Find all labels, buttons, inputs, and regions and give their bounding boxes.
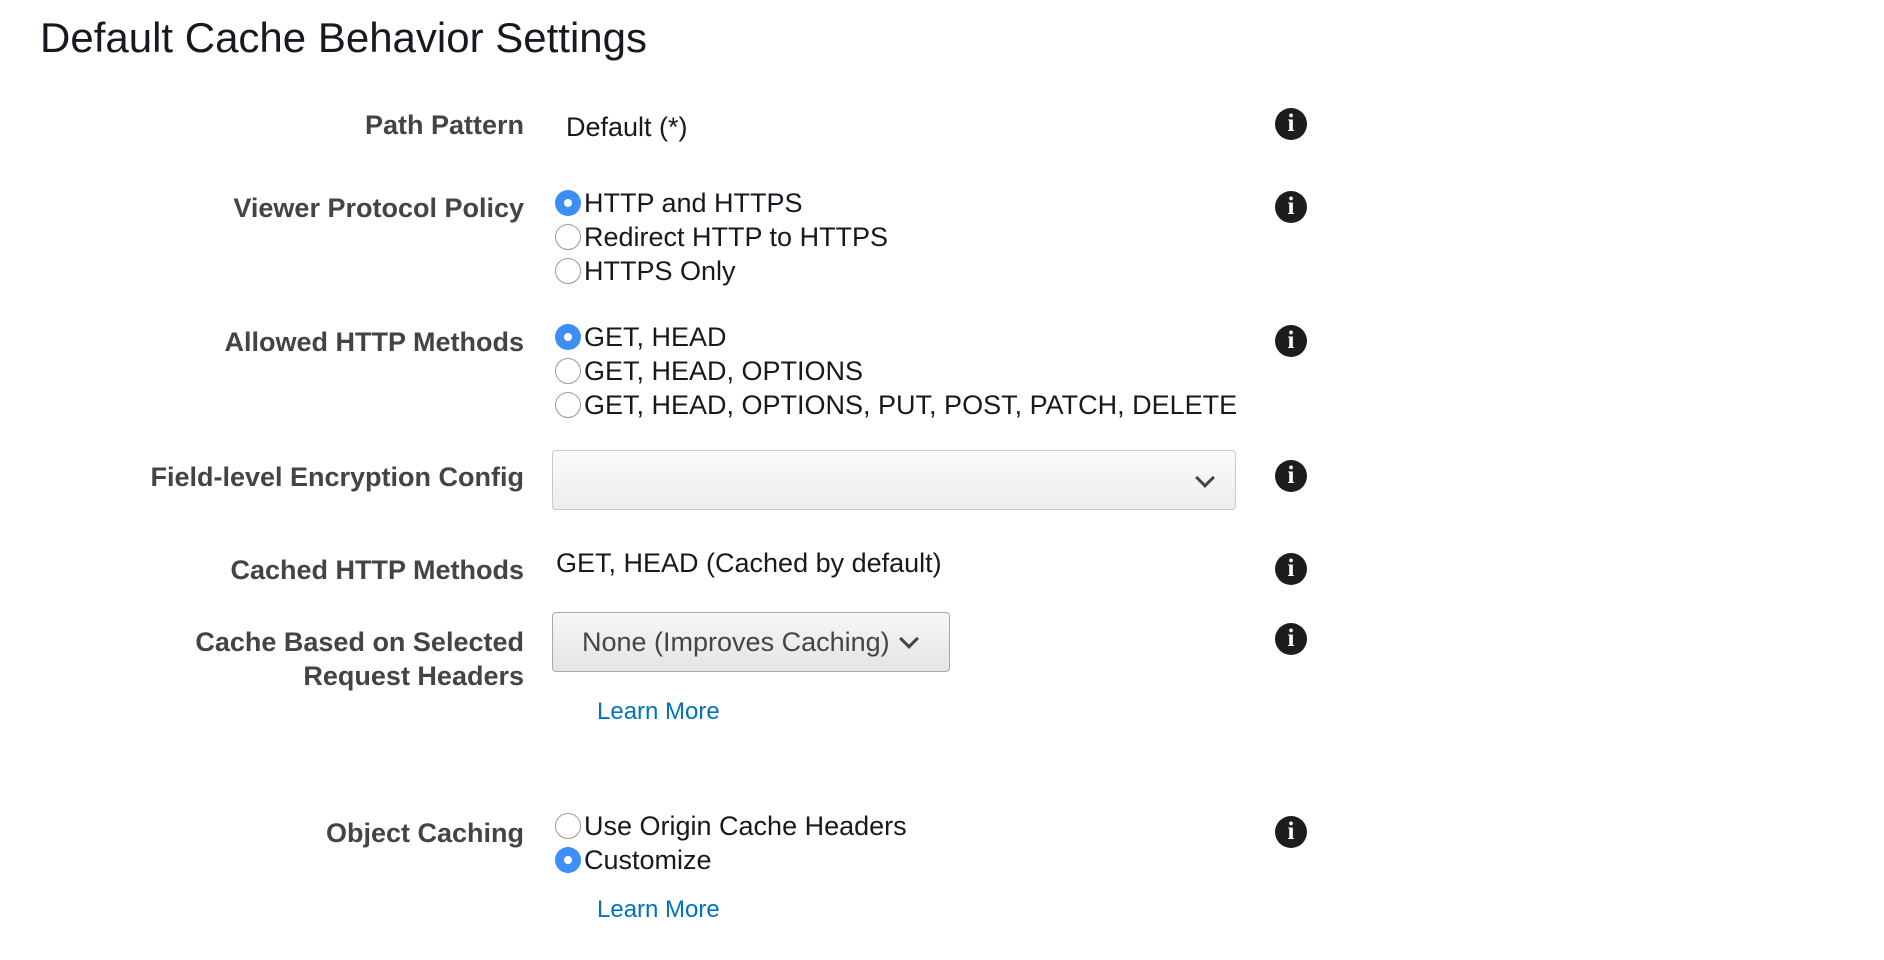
cached-http-methods-label: Cached HTTP Methods: [230, 555, 524, 585]
cache-headers-select[interactable]: None (Improves Caching): [552, 612, 950, 672]
field-level-encryption-select[interactable]: [552, 450, 1236, 510]
path-pattern-info-icon[interactable]: i: [1275, 108, 1307, 140]
path-pattern-value: Default (*): [566, 112, 688, 142]
object-caching-options: Use Origin Cache Headers Customize: [555, 809, 907, 877]
chevron-down-icon: [898, 629, 919, 649]
allowed-http-methods-info-icon[interactable]: i: [1275, 325, 1307, 357]
radio-button[interactable]: [555, 813, 581, 839]
radio-option-http-and-https[interactable]: HTTP and HTTPS: [555, 186, 888, 220]
radio-label: Customize: [584, 844, 712, 875]
radio-button[interactable]: [555, 392, 581, 418]
field-level-encryption-info-icon[interactable]: i: [1275, 460, 1307, 492]
radio-label: Use Origin Cache Headers: [584, 810, 907, 841]
radio-option-get-head[interactable]: GET, HEAD: [555, 320, 1237, 354]
radio-option-redirect-http-to-https[interactable]: Redirect HTTP to HTTPS: [555, 220, 888, 254]
radio-label: GET, HEAD: [584, 321, 727, 352]
cache-headers-label-line1: Cache Based on Selected: [195, 627, 524, 657]
radio-button[interactable]: [555, 358, 581, 384]
viewer-protocol-policy-info-icon[interactable]: i: [1275, 191, 1307, 223]
cache-headers-info-icon[interactable]: i: [1275, 623, 1307, 655]
radio-label: HTTP and HTTPS: [584, 187, 803, 218]
radio-label: HTTPS Only: [584, 255, 736, 286]
cached-http-methods-value: GET, HEAD (Cached by default): [556, 548, 942, 578]
allowed-http-methods-label: Allowed HTTP Methods: [224, 327, 524, 357]
cache-headers-learn-more-link[interactable]: Learn More: [597, 698, 720, 726]
radio-label: GET, HEAD, OPTIONS, PUT, POST, PATCH, DE…: [584, 389, 1238, 420]
cache-behavior-page: Default Cache Behavior Settings Path Pat…: [0, 0, 1884, 960]
radio-button-checked[interactable]: [555, 324, 581, 350]
radio-label: Redirect HTTP to HTTPS: [584, 221, 889, 252]
cached-http-methods-info-icon[interactable]: i: [1275, 553, 1307, 585]
radio-button-checked[interactable]: [555, 190, 581, 216]
allowed-http-methods-options: GET, HEAD GET, HEAD, OPTIONS GET, HEAD, …: [555, 320, 1237, 422]
radio-button-checked[interactable]: [555, 847, 581, 873]
radio-option-get-head-options[interactable]: GET, HEAD, OPTIONS: [555, 354, 1237, 388]
chevron-down-icon: [1195, 468, 1215, 488]
radio-button[interactable]: [555, 224, 581, 250]
cache-headers-label-line2: Request Headers: [303, 661, 524, 691]
section-title: Default Cache Behavior Settings: [40, 14, 648, 61]
viewer-protocol-policy-label: Viewer Protocol Policy: [233, 193, 524, 223]
cache-headers-selected-value: None (Improves Caching): [582, 626, 890, 657]
radio-option-all-methods[interactable]: GET, HEAD, OPTIONS, PUT, POST, PATCH, DE…: [555, 388, 1237, 422]
radio-option-customize[interactable]: Customize: [555, 843, 907, 877]
object-caching-learn-more-link[interactable]: Learn More: [597, 896, 720, 924]
radio-label: GET, HEAD, OPTIONS: [584, 355, 864, 386]
object-caching-info-icon[interactable]: i: [1275, 816, 1307, 848]
object-caching-label: Object Caching: [325, 818, 524, 848]
radio-button[interactable]: [555, 258, 581, 284]
field-level-encryption-label: Field-level Encryption Config: [150, 462, 524, 492]
radio-option-https-only[interactable]: HTTPS Only: [555, 254, 888, 288]
path-pattern-label: Path Pattern: [364, 110, 524, 140]
radio-option-use-origin-cache-headers[interactable]: Use Origin Cache Headers: [555, 809, 907, 843]
viewer-protocol-policy-options: HTTP and HTTPS Redirect HTTP to HTTPS HT…: [555, 186, 888, 288]
